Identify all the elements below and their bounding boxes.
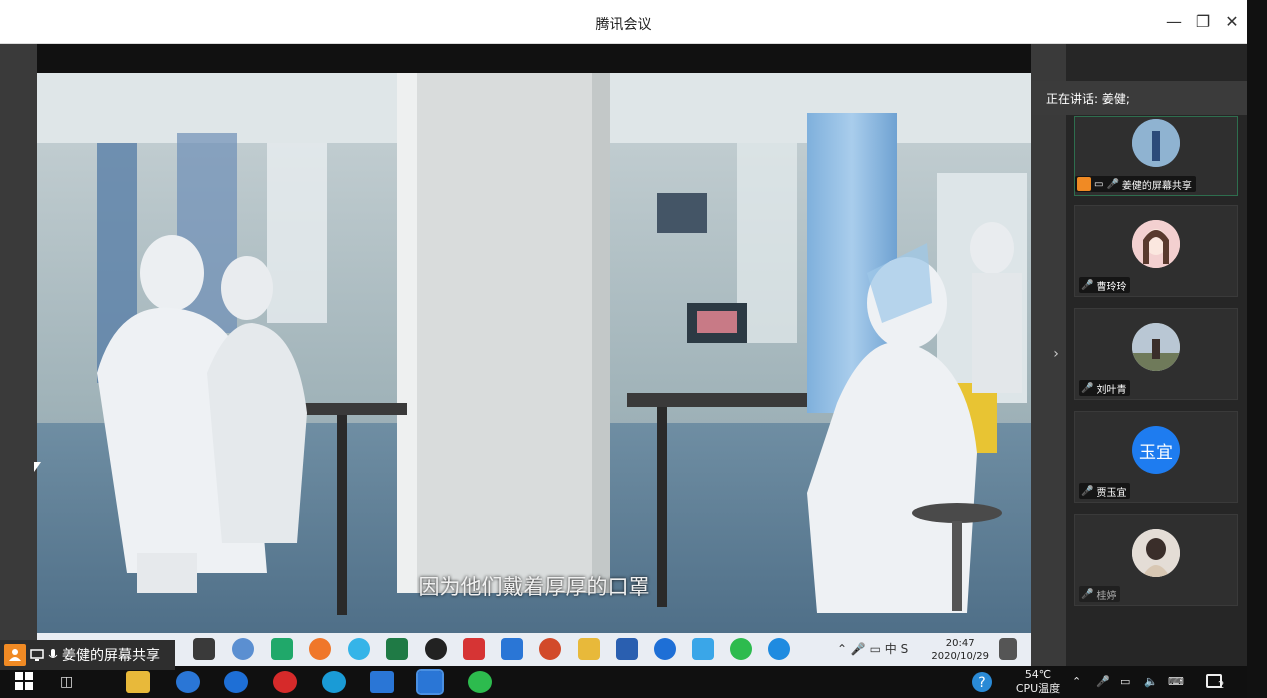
folder-icon	[578, 638, 600, 660]
title-bar: 腾讯会议 — ❐ ✕	[0, 0, 1247, 44]
window-edge	[1247, 0, 1267, 698]
inner-clock: 20:47 2020/10/29	[931, 637, 989, 663]
participant-name-bar-4: 🎤 贾玉宜	[1079, 483, 1131, 499]
microphone-icon	[48, 649, 58, 658]
screen-share-icon	[30, 649, 44, 661]
avatar-4: 玉宜	[1132, 426, 1180, 474]
battery-icon[interactable]: ▭	[1120, 666, 1140, 698]
windows-taskbar: ◫ ? 54℃ CPU温度 ⌃ 🎤 ▭ 🔈 ⌨ 2	[0, 666, 1247, 698]
person-icon	[1077, 177, 1091, 191]
inner-clock-date: 2020/10/29	[931, 651, 989, 662]
participant-tile-4[interactable]: 玉宜 🎤 贾玉宜	[1074, 411, 1238, 503]
windows-start-icon[interactable]	[14, 671, 38, 693]
speaking-text: 正在讲话: 姜健;	[1046, 91, 1130, 106]
avatar-1	[1132, 119, 1180, 167]
wechat-icon	[730, 638, 752, 660]
cpu-temp-value: 54℃	[1024, 668, 1052, 681]
shared-screen-area: 因为他们戴着厚厚的口罩 ⌃ 🎤 ▭ 中 S 20:47 2020/10/29	[0, 44, 1066, 666]
share-badge-label: 姜健的屏幕共享	[62, 648, 160, 664]
microphone-icon: 🎤	[1106, 178, 1119, 190]
feishu-icon	[692, 638, 714, 660]
internet-explorer-icon[interactable]	[224, 671, 248, 693]
help-icon[interactable]: ?	[970, 666, 998, 698]
powerpoint-icon	[539, 638, 561, 660]
edge-icon[interactable]	[322, 671, 346, 693]
inner-notification-icon	[999, 638, 1017, 660]
participant-name-bar-5: 🎤 桂婷	[1079, 586, 1121, 602]
mouse-cursor-icon	[34, 462, 41, 472]
task-view-icon[interactable]: ◫	[60, 671, 84, 693]
screen-share-icon: ▭	[1094, 178, 1104, 190]
tencent-meeting-taskbar-icon[interactable]	[416, 669, 444, 695]
participant-name-bar-2: 🎤 曹玲玲	[1079, 277, 1131, 293]
netease-music-icon[interactable]	[273, 671, 297, 693]
participant-name: 贾玉宜	[1096, 487, 1127, 499]
volume-icon[interactable]: 🔈	[1144, 666, 1164, 698]
close-button[interactable]: ✕	[1220, 10, 1244, 34]
participant-panel: 正在讲话: 姜健; ▭ 🎤 姜健的屏幕共享 🎤 曹玲玲 🎤 刘叶青 玉宜 🎤 贾…	[1032, 44, 1247, 666]
svg-text:?: ?	[978, 675, 985, 691]
wps-icon[interactable]	[370, 671, 394, 693]
participant-name: 桂婷	[1096, 590, 1117, 602]
firefox-icon	[309, 638, 331, 660]
keyboard-icon[interactable]: ⌨	[1168, 666, 1192, 698]
panel-collapse-button[interactable]: ›	[1048, 334, 1064, 374]
cpu-temperature: 54℃ CPU温度	[1010, 666, 1066, 698]
youdao-icon	[463, 638, 485, 660]
avatar-3	[1132, 323, 1180, 371]
participant-name-bar-1: ▭ 🎤 姜健的屏幕共享	[1075, 176, 1196, 192]
restore-button[interactable]: ❐	[1191, 10, 1215, 34]
wechat-taskbar-icon[interactable]	[468, 671, 492, 693]
video-subtitle: 因为他们戴着厚厚的口罩	[418, 575, 650, 599]
inner-clock-time: 20:47	[945, 638, 975, 649]
meeting-window: 腾讯会议 — ❐ ✕ 因为他们戴着厚厚的口罩 ⌃ 🎤 ▭ 中 S 20:47 2…	[0, 0, 1267, 698]
window-title: 腾讯会议	[595, 17, 652, 33]
muted-microphone-icon: 🎤	[1081, 279, 1094, 291]
excel-icon	[386, 638, 408, 660]
shared-video: 因为他们戴着厚厚的口罩 ⌃ 🎤 ▭ 中 S 20:47 2020/10/29	[37, 44, 1031, 666]
store-icon	[193, 638, 215, 660]
file-explorer-icon[interactable]	[126, 671, 150, 693]
muted-microphone-icon: 🎤	[1081, 588, 1094, 600]
avatar-2	[1132, 220, 1180, 268]
speaking-indicator: 正在讲话: 姜健;	[1032, 81, 1247, 115]
participant-tile-1[interactable]: ▭ 🎤 姜健的屏幕共享	[1074, 116, 1238, 196]
avatar-initials: 玉宜	[1132, 426, 1180, 474]
shared-desktop-taskbar: ⌃ 🎤 ▭ 中 S 20:47 2020/10/29	[37, 633, 1031, 666]
participant-tile-5[interactable]: 🎤 桂婷	[1074, 514, 1238, 606]
globe-icon	[232, 638, 254, 660]
microphone-tray-icon[interactable]: 🎤	[1096, 666, 1116, 698]
participant-name: 姜健的屏幕共享	[1121, 180, 1192, 192]
participant-name: 曹玲玲	[1096, 281, 1127, 293]
notification-count: 2	[1218, 680, 1225, 691]
edge-legacy-icon	[654, 638, 676, 660]
minimize-button[interactable]: —	[1162, 10, 1186, 34]
zoom-icon[interactable]	[176, 671, 200, 693]
chevron-up-icon[interactable]: ⌃	[1072, 666, 1092, 698]
hospital-scene-image	[37, 73, 1031, 633]
muted-microphone-icon: 🎤	[1081, 382, 1094, 394]
participant-name-bar-3: 🎤 刘叶青	[1079, 380, 1131, 396]
tencent-meeting-icon	[501, 638, 523, 660]
muted-microphone-icon: 🎤	[1081, 485, 1094, 497]
sync-app-icon	[768, 638, 790, 660]
person-icon	[4, 644, 26, 666]
word-icon	[616, 638, 638, 660]
mindmap-app-icon	[271, 638, 293, 660]
participant-name: 刘叶青	[1096, 384, 1127, 396]
qq-icon	[425, 638, 447, 660]
participant-tile-3[interactable]: 🎤 刘叶青	[1074, 308, 1238, 400]
screen-share-badge[interactable]: 姜健的屏幕共享	[0, 640, 175, 670]
avatar-5	[1132, 529, 1180, 577]
cpu-temp-label: CPU温度	[1015, 682, 1061, 695]
search-app-icon	[348, 638, 370, 660]
participant-tile-2[interactable]: 🎤 曹玲玲	[1074, 205, 1238, 297]
notification-icon[interactable]: 2	[1204, 666, 1234, 698]
